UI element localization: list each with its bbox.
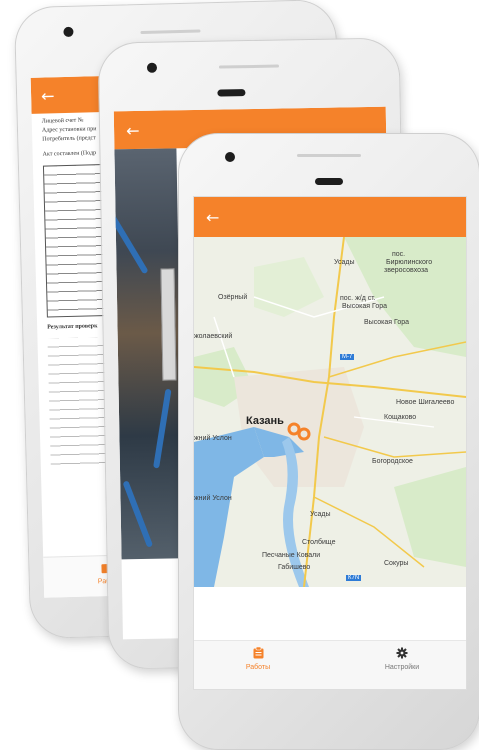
speaker-grille [140,29,201,35]
tab-works[interactable]: Работы [208,647,308,671]
map-label: жний Услон [194,435,232,442]
back-arrow-icon[interactable]: ← [206,208,219,227]
camera-dot [225,152,235,162]
map-label: жний Услон [194,495,232,502]
tab-settings-label: Настройки [384,664,420,671]
clipboard-icon [253,647,263,659]
map-label: Сокуры [384,560,409,567]
speaker-grille [297,154,361,157]
map-label: Усады [310,511,331,518]
highway-badge: M-7 [340,354,355,360]
map-label: Высокая Гора [364,319,410,326]
map-screen: ← Усады пос. Бирюлинского зверосовхоза О… [193,196,467,690]
map-label: Бирюлинского [386,259,433,266]
bottom-nav: Работы Настройки [194,640,466,689]
earpiece [217,89,246,97]
earpiece [315,178,343,185]
back-arrow-icon[interactable]: ← [126,121,140,140]
map-label: Столбище [302,539,336,546]
map-view[interactable]: Усады пос. Бирюлинского зверосовхоза Озё… [194,237,466,587]
map-label: Кощаково [384,414,417,421]
map-label: пос. [392,251,406,258]
map-label: Усады [334,259,355,266]
map-label: зверосовхоза [384,267,429,274]
camera-dot [63,26,74,38]
map-label: Новое Шигалеево [396,399,455,406]
speaker-grille [218,64,280,69]
app-bar: ← [194,197,466,237]
map-label: жолаевский [194,333,233,340]
tab-works-label: Работы [245,664,271,671]
back-arrow-icon[interactable]: ← [41,86,55,105]
gear-icon [396,647,408,659]
highway-badge: К7N [346,575,362,581]
map-label: Габишево [278,564,311,571]
map-label: пос. ж/д ст. [340,295,376,302]
map-label: Песчаные Ковали [262,552,321,559]
camera-dot [146,62,158,73]
map-label: Высокая Гора [342,303,388,310]
map-label-city: Казань [246,415,284,427]
map-label: Озёрный [218,294,248,301]
tab-settings[interactable]: Настройки [352,647,452,671]
map-label: Богородское [372,458,413,465]
meter-photo [113,148,184,560]
phone-map: ← Усады пос. Бирюлинского зверосовхоза О… [178,133,479,750]
